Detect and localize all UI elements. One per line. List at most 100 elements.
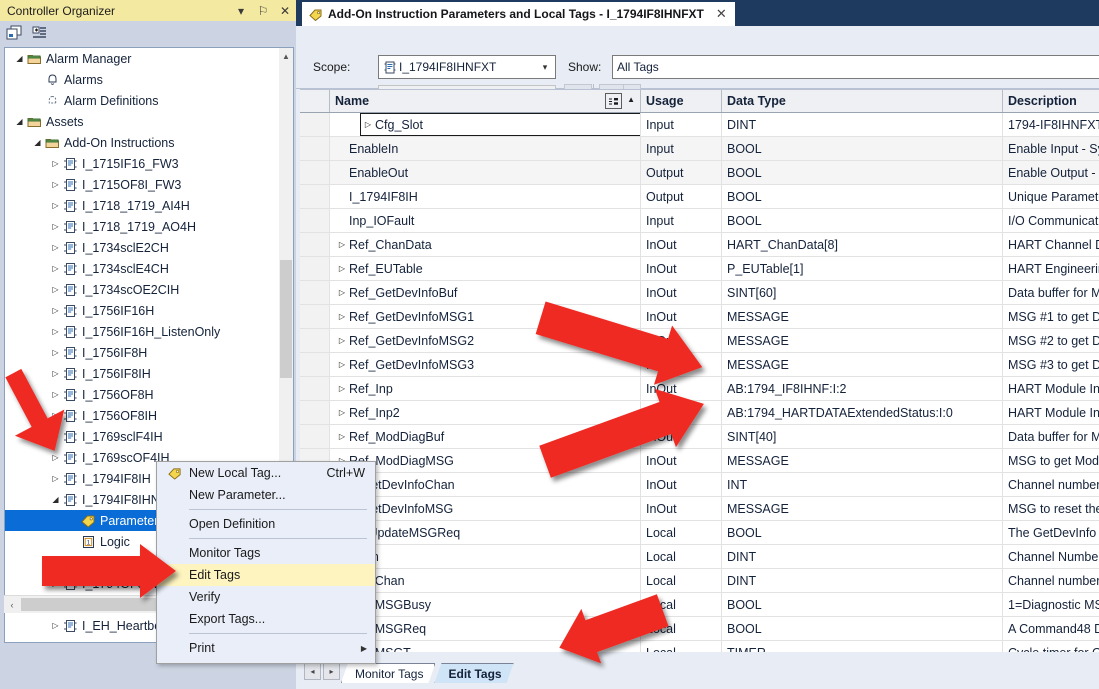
cell-usage[interactable]: Local [641, 593, 722, 616]
cell-usage[interactable]: InOut [641, 473, 722, 496]
tree-item[interactable]: ◢ Assets [5, 111, 278, 132]
column-header-usage[interactable]: Usage [641, 90, 722, 112]
cell-data-type[interactable]: AB:1794_IF8IHNF:I:2 [722, 377, 1003, 400]
expand-icon[interactable]: ▷ [335, 240, 349, 249]
cell-usage[interactable]: InOut [641, 377, 722, 400]
tree-item[interactable]: ▷ I_1718_1719_AO4H [5, 216, 278, 237]
cell-name[interactable]: DiagChan [330, 569, 641, 592]
cell-usage[interactable]: InOut [641, 257, 722, 280]
table-row[interactable]: ▷Cfg_Slot Input DINT 1794-IF8IHNFXT slot p [300, 113, 1099, 137]
cell-description[interactable]: HART Module Input a [1003, 377, 1099, 400]
cell-description[interactable]: I/O Communication F [1003, 209, 1099, 232]
cell-description[interactable]: HART Module Input a [1003, 401, 1099, 424]
table-row[interactable]: DiagMSGReq Local BOOL A Command48 Diagn [300, 617, 1099, 641]
name-edit-field[interactable]: ▷ Cfg_Slot [360, 113, 640, 136]
cell-name[interactable]: ▷ Ref_Inp2 [330, 401, 641, 424]
dropdown-icon[interactable]: ▾ [230, 0, 252, 21]
tree-item[interactable]: ▷ I_1756IF8IH [5, 363, 278, 384]
expand-icon[interactable]: ▷ [335, 432, 349, 441]
table-row[interactable]: Inp_IOFault Input BOOL I/O Communication F [300, 209, 1099, 233]
expanded-twisty-icon[interactable]: ◢ [13, 48, 26, 69]
cell-data-type[interactable]: DINT [722, 545, 1003, 568]
cell-data-type[interactable]: MESSAGE [722, 329, 1003, 352]
row-gutter[interactable] [300, 329, 330, 352]
cell-data-type[interactable]: BOOL [722, 593, 1003, 616]
cell-usage[interactable]: Input [641, 209, 722, 232]
tree-item[interactable]: ▷ I_1756IF16H_ListenOnly [5, 321, 278, 342]
collapsed-twisty-icon[interactable]: ▷ [49, 153, 62, 174]
row-gutter[interactable] [300, 233, 330, 256]
table-row[interactable]: ▷ Ref_GetDevInfoBuf InOut SINT[60] Data buff… [300, 281, 1099, 305]
expanded-twisty-icon[interactable]: ◢ [31, 132, 44, 153]
cell-name[interactable]: CfgUpdateMSGReq [330, 521, 641, 544]
bottom-tab-monitor-tags[interactable]: Monitor Tags [341, 663, 435, 683]
tree-scroll-thumb[interactable] [280, 260, 292, 378]
table-row[interactable]: Chan Local DINT Channel Number (poi [300, 545, 1099, 569]
cell-name[interactable]: ▷ Ref_Inp [330, 377, 641, 400]
collapsed-twisty-icon[interactable]: ▷ [49, 174, 62, 195]
cell-description[interactable]: Data buffer for MSG t [1003, 281, 1099, 304]
menu-item-new-parameter[interactable]: New Parameter... [157, 484, 375, 506]
cell-description[interactable]: The GetDevInfo MSG [1003, 521, 1099, 544]
table-row[interactable]: DiagChan Local DINT Channel number for D [300, 569, 1099, 593]
table-row[interactable]: I_1794IF8IH Output BOOL Unique Parameter Na [300, 185, 1099, 209]
cell-name[interactable]: ▷ Ref_GetDevInfoMSG3 [330, 353, 641, 376]
cell-description[interactable]: Channel Number (poi [1003, 545, 1099, 568]
cell-usage[interactable]: InOut [641, 353, 722, 376]
cell-usage[interactable]: Input [641, 113, 722, 136]
cell-description[interactable]: Channel number for D [1003, 569, 1099, 592]
cell-name[interactable]: ▷Ref_ModDiagMSG [330, 449, 641, 472]
cell-usage[interactable]: Local [641, 521, 722, 544]
collapsed-twisty-icon[interactable]: ▷ [49, 195, 62, 216]
menu-item-edit-tags[interactable]: Edit Tags [157, 564, 375, 586]
cell-usage[interactable]: InOut [641, 497, 722, 520]
cell-description[interactable]: A Command48 Diagn [1003, 617, 1099, 640]
row-gutter[interactable] [300, 425, 330, 448]
table-row[interactable]: ▷ Ref_Inp InOut AB:1794_IF8IHNF:I:2 HART Mod… [300, 377, 1099, 401]
tree-item[interactable]: ▷ I_1715OF8I_FW3 [5, 174, 278, 195]
cell-description[interactable]: MSG to get Module D [1003, 449, 1099, 472]
column-filter-icon[interactable] [605, 93, 622, 109]
row-gutter[interactable] [300, 209, 330, 232]
grid-body[interactable]: ▷Cfg_SlotInputDINT1794-IF8IHNFXT slot p E… [300, 113, 1099, 652]
cell-name[interactable]: DiagMSGT [330, 641, 641, 652]
tab-nav-next[interactable]: ▸ [323, 663, 340, 680]
scroll-up-icon[interactable]: ▲ [279, 48, 293, 64]
scope-dropdown[interactable]: I_1794IF8IHNFXT ▾ [378, 55, 556, 79]
cell-description[interactable]: HART Engineering Un [1003, 257, 1099, 280]
expanded-twisty-icon[interactable]: ◢ [49, 489, 62, 510]
cell-usage[interactable]: Input [641, 137, 722, 160]
tree-item[interactable]: ▷ I_1756IF8H [5, 342, 278, 363]
cell-data-type[interactable]: MESSAGE [722, 449, 1003, 472]
collapsed-twisty-icon[interactable]: ▷ [49, 258, 62, 279]
cell-name[interactable]: ▷ Ref_EUTable [330, 257, 641, 280]
show-filter-field[interactable]: All Tags [612, 55, 1099, 79]
tags-grid[interactable]: Name ▲ Usage Data Type Description ▷ Cfg_… [300, 89, 1099, 652]
table-row[interactable]: ResetDevInfoChan InOut INT Channel number f… [300, 473, 1099, 497]
cell-data-type[interactable]: SINT[60] [722, 281, 1003, 304]
collapsed-twisty-icon[interactable]: ▷ [49, 426, 62, 447]
table-row[interactable]: ▷ Ref_GetDevInfoMSG1 InOut MESSAGE MSG #1 to… [300, 305, 1099, 329]
tree-item[interactable]: ▷ I_1756OF8H [5, 384, 278, 405]
cell-data-type[interactable]: BOOL [722, 209, 1003, 232]
cell-usage[interactable]: InOut [641, 281, 722, 304]
pin-icon[interactable]: ⚐ [252, 0, 274, 21]
cell-name[interactable]: Inp_IOFault [330, 209, 641, 232]
cell-description[interactable]: MSG #3 to get Device [1003, 353, 1099, 376]
cell-data-type[interactable]: BOOL [722, 185, 1003, 208]
expand-icon[interactable]: ▷ [335, 384, 349, 393]
cell-name[interactable]: Chan [330, 545, 641, 568]
cell-name[interactable]: ▷ Ref_GetDevInfoMSG2 [330, 329, 641, 352]
tree-item[interactable]: ◢ Alarm Manager [5, 48, 278, 69]
cell-data-type[interactable]: MESSAGE [722, 353, 1003, 376]
cell-name[interactable]: ▷ Ref_GetDevInfoBuf [330, 281, 641, 304]
cell-description[interactable]: Enable Output - Syste [1003, 161, 1099, 184]
cell-name[interactable]: DiagMSGReq [330, 617, 641, 640]
row-gutter[interactable] [300, 257, 330, 280]
collapsed-twisty-icon[interactable]: ▷ [49, 384, 62, 405]
cell-name[interactable]: DiagMSGBusy [330, 593, 641, 616]
context-menu[interactable]: New Local Tag... Ctrl+W New Parameter... Op… [156, 461, 376, 664]
expand-icon[interactable]: ▷ [335, 336, 349, 345]
new-component-icon[interactable] [30, 24, 48, 42]
cell-usage[interactable]: InOut [641, 233, 722, 256]
